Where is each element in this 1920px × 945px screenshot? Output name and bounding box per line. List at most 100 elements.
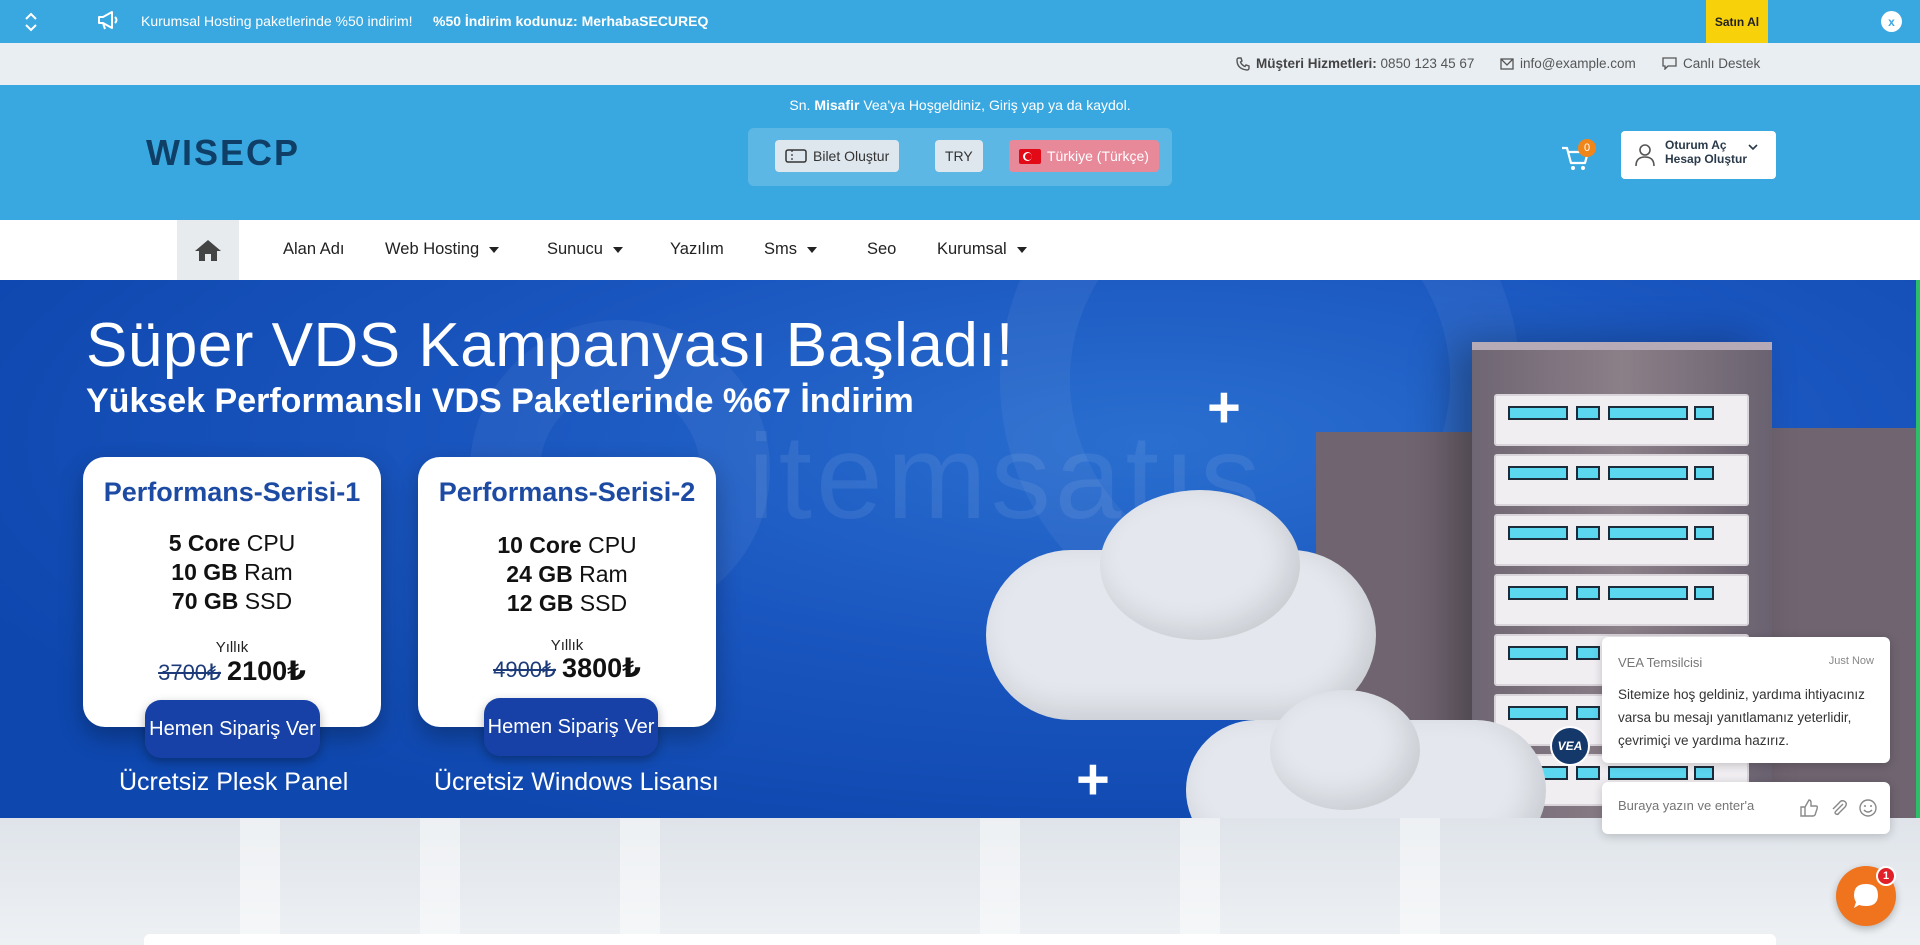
package-title: Performans-Serisi-1 [103,477,361,507]
hero-title: Süper VDS Kampanyası Başladı! [86,311,1014,380]
nav-item-domain[interactable]: Alan Adı [283,240,344,259]
close-announcement-button[interactable]: x [1881,11,1902,32]
plus-decor-icon: + [1076,747,1110,812]
side-accent [1916,280,1920,818]
currency-selector[interactable]: TRY [935,140,983,172]
ssd-spec: 70 GB SSD [83,588,381,615]
price: 3700₺ 2100₺ [83,656,381,687]
thumbs-up-icon[interactable] [1798,797,1820,819]
customer-service[interactable]: Müşteri Hizmetleri: 0850 123 45 67 [1236,56,1474,71]
turkey-flag-icon [1019,148,1041,164]
logo-text: WISECP [146,135,300,169]
nav-item-server[interactable]: Sunucu [547,240,623,259]
attachment-icon[interactable] [1828,797,1850,819]
cloud-illustration [1100,490,1300,640]
create-ticket-button[interactable]: Bilet Oluştur [775,140,900,172]
chat-bubble-icon [1662,57,1677,70]
billing-period: Yıllık [215,639,249,656]
welcome-name[interactable]: Misafir [814,97,859,113]
contact-bar: Müşteri Hizmetleri: 0850 123 45 67 info@… [0,43,1920,85]
chat-input[interactable] [1618,798,1778,813]
chat-message: Sitemize hoş geldiniz, yardıma ihtiyacın… [1618,687,1865,748]
nav-item-label: Seo [867,240,897,258]
ram-value: 24 GB [506,561,573,587]
order-button-2[interactable]: Hemen Sipariş Ver [484,698,658,756]
ram-value: 10 GB [171,559,238,585]
promo-code-text: %50 İndirim kodunuz: MerhabaSECUREQ [433,13,709,29]
nav-item-corporate[interactable]: Kurumsal [937,240,1027,259]
nav-item-label: Web Hosting [385,240,480,258]
announcement-message: Kurumsal Hosting paketlerinde %50 indiri… [141,13,413,29]
package-title: Performans-Serisi-2 [438,477,696,507]
nav-item-label: Yazılım [670,240,724,258]
live-support-link[interactable]: Canlı Destek [1662,56,1760,71]
cloud-illustration [1270,690,1420,810]
old-price: 4900₺ [493,657,557,682]
caret-down-icon [807,246,817,253]
ssd-spec: 12 GB SSD [418,590,716,617]
chat-icon [1854,884,1878,908]
old-price: 3700₺ [158,660,222,685]
register-link[interactable]: Hesap Oluştur [1665,152,1747,166]
home-button[interactable] [177,220,239,280]
header-tools: Bilet Oluştur TRY Türkiye (Türkçe) [748,128,1172,186]
phone-icon [1236,56,1250,71]
chevron-down-icon [1748,144,1758,151]
lower-section [0,818,1920,945]
email-address: info@example.com [1520,56,1636,71]
chat-notification-badge: 1 [1876,866,1896,886]
nav-item-software[interactable]: Yazılım [670,240,724,259]
cpu-spec: 5 Core CPU [83,530,381,557]
site-header: Sn. Misafir Vea'ya Hoşgeldiniz, Giriş ya… [0,85,1920,220]
live-support-label: Canlı Destek [1683,56,1761,71]
rack-unit [1494,514,1749,566]
cpu-value: 10 Core [497,532,582,558]
ssd-value: 70 GB [171,588,239,614]
rack-unit [1494,394,1749,446]
cpu-unit: CPU [588,532,637,558]
chat-input-bar [1602,782,1890,834]
perk-text-2: Ücretsiz Windows Lisansı [434,768,719,796]
phone-label: Müşteri Hizmetleri: [1256,56,1377,71]
megaphone-icon [98,11,118,30]
nav-item-label: Alan Adı [283,240,345,258]
nav-item-sms[interactable]: Sms [764,240,817,259]
language-selector[interactable]: Türkiye (Türkçe) [1009,140,1159,172]
caret-down-icon [612,246,623,253]
buy-button[interactable]: Satın Al [1706,0,1768,43]
wisecp-logo[interactable]: WISECP [146,135,338,169]
welcome-text: Sn. Misafir Vea'ya Hoşgeldiniz, Giriş ya… [0,97,1920,113]
nav-item-web-hosting[interactable]: Web Hosting [385,240,500,259]
login-link[interactable]: Oturum Aç [1665,138,1727,152]
welcome-prefix: Sn. [789,97,811,113]
perk-text-1: Ücretsiz Plesk Panel [119,768,349,796]
chat-agent-avatar: VEA [1550,726,1590,766]
package-card-1: Performans-Serisi-1 5 Core CPU 10 GB Ram… [83,457,381,727]
emoji-icon[interactable] [1857,797,1879,819]
nav-item-seo[interactable]: Seo [867,240,896,259]
cpu-spec: 10 Core CPU [418,532,716,559]
nav-item-label: Sms [764,240,797,258]
create-ticket-label: Bilet Oluştur [813,148,890,164]
language-label: Türkiye (Türkçe) [1047,148,1149,164]
main-nav: Alan Adı Web Hosting Sunucu Yazılım Sms … [0,220,1920,280]
email-link[interactable]: info@example.com [1500,56,1636,71]
ram-spec: 24 GB Ram [418,561,716,588]
order-button-1[interactable]: Hemen Sipariş Ver [145,700,320,758]
cpu-value: 5 Core [168,530,241,556]
account-menu[interactable]: Oturum Aç Hesap Oluştur [1621,131,1776,179]
content-panel [144,934,1776,945]
ssd-value: 12 GB [506,590,574,616]
user-icon [1635,144,1655,167]
welcome-suffix[interactable]: Vea'ya Hoşgeldiniz, Giriş yap ya da kayd… [863,97,1130,113]
ssd-unit: SSD [579,590,628,616]
announcement-bar: Kurumsal Hosting paketlerinde %50 indiri… [0,0,1920,43]
price: 4900₺ 3800₺ [418,653,716,684]
ram-unit: Ram [244,559,293,585]
nav-item-label: Sunucu [547,240,603,258]
chat-message-box: VEA Temsilcisi Just Now Sitemize hoş gel… [1602,637,1890,763]
new-price: 2100₺ [227,656,306,686]
collapse-arrows-icon[interactable] [24,12,38,32]
ssd-unit: SSD [244,588,293,614]
caret-down-icon [1016,246,1027,253]
